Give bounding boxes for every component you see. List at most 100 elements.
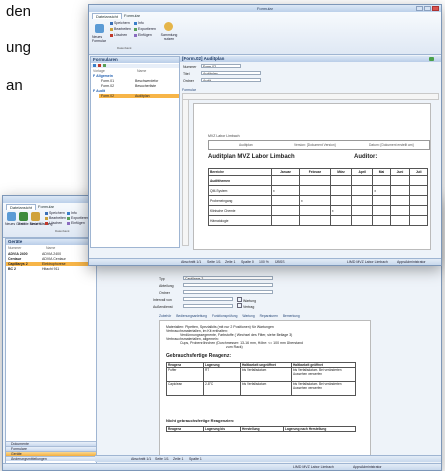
back-abschnitt: Abschnitt 1/1 <box>131 457 152 461</box>
sammlung-button[interactable]: Sammlung nutzen <box>160 33 178 41</box>
neues-formular-button[interactable]: Neues Formular <box>92 35 108 43</box>
maximize-icon[interactable] <box>424 6 431 11</box>
cell <box>298 205 331 216</box>
front-bearbeiten-button[interactable]: Bearbeiten <box>110 27 131 31</box>
tab-bedienungsanleitung[interactable]: Bedienungsanleitung <box>176 314 207 318</box>
document-page[interactable]: MVZ Labor Limbach Auditplan Version: [Do… <box>193 103 431 250</box>
t1-cell: RT <box>203 367 241 382</box>
tab-bemerkung[interactable]: Bemerkung <box>283 314 300 318</box>
add-icon[interactable] <box>93 64 96 67</box>
back-seite: Seite 1/1 <box>155 457 169 461</box>
vertrag-box <box>237 303 242 308</box>
window-title: Formular <box>256 6 273 11</box>
save-icon <box>45 211 48 215</box>
back-editor-statusbar: Abschnitt 1/1 Seite 1/1 Zeile 1 Spalte 1 <box>95 455 441 462</box>
nav-aenderungen[interactable]: Änderungsmitteilungen <box>6 456 96 461</box>
t1-cell: bis Verfallsdatum <box>240 367 292 382</box>
cell <box>271 175 300 186</box>
front-info-button[interactable]: Info <box>134 21 144 25</box>
horizontal-ruler <box>182 93 439 100</box>
cell <box>351 205 374 216</box>
front-ribbon: Dateiansicht Formular Neues Formular Spe… <box>89 12 441 55</box>
front-loeschen-button[interactable]: Löschen <box>110 33 127 37</box>
cell <box>389 215 411 226</box>
th: Juli <box>409 168 428 176</box>
cell <box>351 195 374 206</box>
front-exportieren-button[interactable]: Exportieren <box>134 27 156 31</box>
typ-label: Typ <box>159 277 165 281</box>
th: Mai <box>372 168 391 176</box>
cell <box>409 195 428 206</box>
neues-formular-icon[interactable] <box>95 24 104 33</box>
minimize-icon[interactable] <box>416 6 423 11</box>
abteilung-field[interactable] <box>183 283 273 287</box>
tree-item[interactable]: Form.01 Beschwerdefor <box>101 79 179 83</box>
tree-folder-audit[interactable]: F Audit <box>93 89 105 93</box>
ordner-field[interactable] <box>183 290 273 294</box>
back-einfuegen-button[interactable]: Einfügen <box>67 221 85 225</box>
ordner-field[interactable]: Audit <box>201 78 261 82</box>
form-header: [Form.02] Auditplan <box>180 56 441 62</box>
tree-item[interactable]: Form.02 Besucherliste <box>101 84 179 88</box>
list-item[interactable]: BC 2 Hitachi 911 <box>6 267 96 271</box>
tree-item-selected[interactable]: Form.02 Auditplan <box>99 94 179 98</box>
front-einfuegen-button[interactable]: Einfügen <box>134 33 152 37</box>
back-bearbeiten-button[interactable]: Bearbeiten <box>45 216 66 220</box>
printer-icon[interactable] <box>429 57 434 61</box>
panel-toolbar <box>91 64 179 68</box>
tab-formular[interactable]: Formular <box>121 13 143 18</box>
back-speichern-button[interactable]: Speichern <box>45 211 65 215</box>
list-item[interactable]: Centaur ADVIA Centaur <box>6 257 96 261</box>
back-info-button[interactable]: Info <box>67 211 77 215</box>
nummer-field[interactable]: Form.02 <box>201 64 241 68</box>
tree-folder-allgemein[interactable]: F Allgemein <box>93 74 113 78</box>
list-item-selected[interactable]: Capillarys 2 Elektrophorese <box>6 262 96 266</box>
back-loeschen-button[interactable]: Löschen <box>45 221 62 225</box>
tab-zubehoer[interactable]: Zubehör <box>159 314 171 318</box>
back-document[interactable]: Materialien: Pipetten, Spezialkits (mit … <box>159 320 371 458</box>
cell <box>271 205 300 216</box>
tab-funktionspruefung[interactable]: Funktionsprüfung <box>212 314 237 318</box>
cell <box>389 205 411 216</box>
cell <box>329 215 353 226</box>
geraete-bericht-icon[interactable] <box>19 212 28 221</box>
typ-field[interactable]: Capillarys 2 <box>183 276 273 280</box>
intervall-field[interactable] <box>183 297 233 301</box>
section-gebrauchsfertig: Gebrauchsfertige Reagenz: <box>166 353 232 359</box>
back-tab-formular[interactable]: Formular <box>35 204 57 209</box>
cell <box>409 185 428 196</box>
aussendienst-field[interactable] <box>183 304 233 308</box>
reagenz-table: Reagenz Lagerung Haltbarkeit ungeöffnet … <box>166 362 356 396</box>
titel-field[interactable]: Auditplan <box>201 71 261 75</box>
neue-wartung-icon[interactable] <box>31 212 40 221</box>
doc-header-cell: Version: [Dokument Version] <box>294 143 336 147</box>
delete-icon <box>110 33 113 37</box>
tab-wartung[interactable]: Wartung <box>242 314 254 318</box>
info-icon <box>67 211 70 215</box>
cell <box>389 195 411 206</box>
sammlung-icon[interactable] <box>164 22 173 31</box>
nummer-label: Nummer <box>183 65 197 69</box>
remove-icon[interactable] <box>97 64 101 67</box>
close-icon[interactable] <box>432 6 439 11</box>
th: April <box>351 168 374 176</box>
tab-dateiansicht[interactable]: Dateiansicht <box>92 13 123 19</box>
row-label: Auditthemen <box>208 175 272 186</box>
cell <box>409 215 428 226</box>
back-exportieren-button[interactable]: Exportieren <box>67 216 89 220</box>
tab-formular-content[interactable]: Formular <box>182 88 196 92</box>
cell: x <box>298 195 331 206</box>
list-item[interactable]: ADVIA 2400 ADVIA 2400 <box>6 252 96 256</box>
front-status-lab: LIMD MVZ Labor Limbach <box>347 260 388 264</box>
back-tab-dateiansicht[interactable]: Dateiansicht <box>6 204 37 210</box>
tab-reparaturen[interactable]: Reparaturen <box>260 314 278 318</box>
front-abschnitt: Abschnitt 1/1 <box>181 260 202 264</box>
refresh-icon[interactable] <box>102 64 106 67</box>
neues-geraet-icon[interactable] <box>7 212 16 221</box>
cell <box>329 195 353 206</box>
front-speichern-button[interactable]: Speichern <box>110 21 130 25</box>
vertrag-checkbox[interactable]: Vertrag <box>237 303 254 309</box>
cell <box>271 195 300 206</box>
titel-label: Titel <box>183 72 190 76</box>
front-ueb: ÜBSS <box>275 260 285 264</box>
